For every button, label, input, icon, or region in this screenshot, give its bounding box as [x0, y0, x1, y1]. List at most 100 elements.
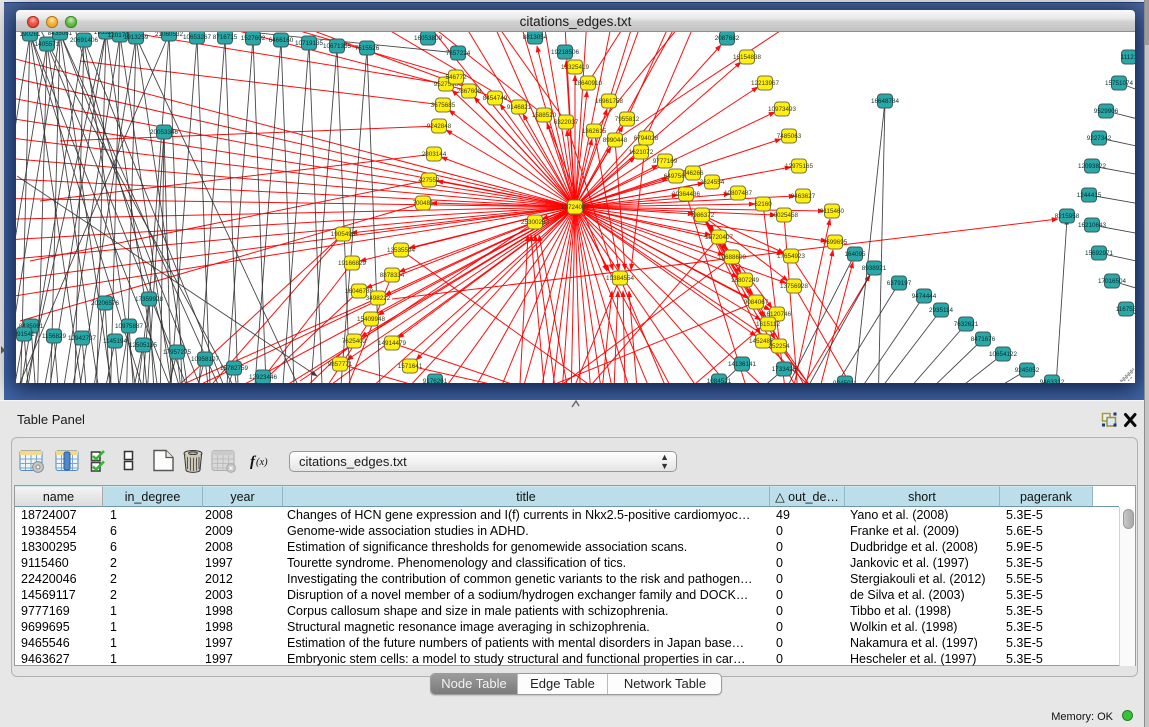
svg-text:164095: 164095 [844, 251, 866, 258]
svg-text:16961758: 16961758 [595, 98, 624, 105]
svg-text:190261: 190261 [19, 32, 41, 38]
svg-text:18640910: 18640910 [574, 80, 603, 87]
svg-text:19166829: 19166829 [338, 260, 367, 267]
svg-text:10975887: 10975887 [115, 323, 144, 330]
svg-text:1362615: 1362615 [582, 128, 607, 135]
svg-text:9857771: 9857771 [328, 361, 353, 368]
svg-text:7986372: 7986372 [690, 212, 715, 219]
svg-text:12505135: 12505135 [129, 342, 158, 349]
svg-text:8716715: 8716715 [213, 34, 238, 41]
svg-text:9084067: 9084067 [744, 299, 769, 306]
svg-text:2803144: 2803144 [422, 151, 447, 158]
svg-text:1733426: 1733426 [772, 366, 797, 373]
svg-text:252254: 252254 [768, 343, 790, 350]
svg-text:20206576: 20206576 [91, 300, 120, 307]
svg-text:13535594: 13535594 [387, 247, 416, 254]
svg-text:2867608: 2867608 [457, 88, 482, 95]
svg-text:11121: 11121 [1121, 54, 1135, 61]
svg-text:19218506: 19218506 [551, 49, 580, 56]
svg-text:9242848: 9242848 [427, 123, 452, 130]
svg-text:62160: 62160 [754, 201, 772, 208]
svg-text:20053346: 20053346 [150, 129, 179, 136]
svg-text:7955812: 7955812 [615, 116, 640, 123]
svg-text:9463312: 9463312 [1040, 379, 1065, 383]
svg-text:1615112: 1615112 [756, 321, 781, 328]
svg-text:3624554: 3624554 [700, 179, 725, 186]
svg-text:10958107: 10958107 [191, 356, 220, 363]
svg-text:14136141: 14136141 [728, 361, 757, 368]
svg-text:18724007: 18724007 [561, 204, 590, 211]
svg-text:2087682: 2087682 [715, 35, 740, 42]
svg-text:9474444: 9474444 [912, 293, 937, 300]
svg-text:7632621: 7632621 [954, 321, 979, 328]
svg-text:16648784: 16648784 [871, 98, 900, 105]
svg-text:700481: 700481 [412, 200, 434, 207]
svg-text:9699695: 9699695 [823, 239, 848, 246]
svg-text:1145194: 1145194 [103, 338, 128, 345]
svg-text:16154838: 16154838 [733, 54, 762, 61]
svg-text:546772: 546772 [445, 74, 467, 81]
svg-text:1905498: 1905498 [331, 231, 356, 238]
svg-text:15720407: 15720407 [705, 234, 734, 241]
svg-text:8878334: 8878334 [380, 272, 405, 279]
svg-text:10719135: 10719135 [295, 40, 324, 47]
svg-text:13756928: 13756928 [780, 283, 809, 290]
svg-text:3675685: 3675685 [431, 102, 456, 109]
svg-text:116753: 116753 [1116, 306, 1135, 313]
svg-text:1156829: 1156829 [42, 333, 67, 340]
svg-text:7625402: 7625402 [342, 338, 367, 345]
svg-text:2935114: 2935114 [929, 307, 954, 314]
svg-text:10671355: 10671355 [323, 43, 352, 50]
svg-text:12923446: 12923446 [249, 374, 278, 381]
svg-text:9777169: 9777169 [653, 158, 678, 165]
svg-text:7485063: 7485063 [777, 133, 802, 140]
svg-text:20691406: 20691406 [70, 37, 99, 44]
svg-text:746266: 746266 [682, 170, 704, 177]
svg-text:7857224: 7857224 [446, 50, 471, 57]
svg-text:(x): (x) [256, 457, 268, 468]
svg-text:9146821: 9146821 [507, 104, 532, 111]
svg-text:9245052: 9245052 [1015, 367, 1040, 374]
svg-text:427552: 427552 [418, 177, 440, 184]
svg-text:9463627: 9463627 [791, 193, 816, 200]
svg-text:12942737: 12942737 [68, 335, 97, 342]
svg-text:17359928: 17359928 [135, 296, 164, 303]
svg-text:1621072: 1621072 [629, 149, 654, 156]
svg-text:13325419: 13325419 [561, 64, 590, 71]
svg-text:8471676: 8471676 [971, 336, 996, 343]
svg-text:10973493: 10973493 [768, 106, 797, 113]
svg-text:21060532: 21060532 [155, 32, 184, 38]
svg-text:8813054: 8813054 [523, 34, 548, 41]
svg-text:9115460: 9115460 [820, 208, 845, 215]
svg-text:16053809: 16053809 [414, 35, 443, 42]
svg-text:9529906: 9529906 [1094, 108, 1119, 115]
svg-text:10688609: 10688609 [718, 254, 747, 261]
svg-text:6322037: 6322037 [554, 119, 579, 126]
svg-text:1571641: 1571641 [398, 363, 423, 370]
svg-text:6794028: 6794028 [634, 135, 659, 142]
svg-text:8215958: 8215958 [1055, 213, 1080, 220]
svg-text:16210643: 16210643 [1078, 222, 1107, 229]
svg-text:10807487: 10807487 [724, 190, 753, 197]
svg-text:8454749: 8454749 [483, 95, 508, 102]
svg-text:8938921: 8938921 [862, 265, 887, 272]
svg-text:6466160: 6466160 [269, 37, 294, 44]
svg-text:1588520: 1588520 [532, 112, 557, 119]
svg-text:17957275: 17957275 [163, 349, 192, 356]
svg-text:18807249: 18807249 [731, 277, 760, 284]
svg-text:9176261: 9176261 [423, 378, 448, 383]
svg-text:1244415: 1244415 [1077, 192, 1102, 199]
svg-text:1913259: 1913259 [124, 34, 149, 41]
svg-text:9227342: 9227342 [1087, 135, 1112, 142]
svg-text:12093822: 12093822 [1078, 163, 1107, 170]
svg-text:15692971: 15692971 [1085, 250, 1114, 257]
svg-text:8990448: 8990448 [603, 137, 628, 144]
svg-text:19384554: 19384554 [606, 275, 635, 282]
svg-text:15751074: 15751074 [1105, 80, 1134, 87]
svg-text:7515526: 7515526 [355, 45, 380, 52]
svg-text:16782759: 16782759 [220, 365, 249, 372]
svg-text:12213967: 12213967 [751, 80, 780, 87]
svg-text:25300293: 25300293 [521, 219, 550, 226]
svg-text:15409948: 15409948 [357, 316, 386, 323]
svg-text:1084521: 1084521 [707, 378, 732, 383]
